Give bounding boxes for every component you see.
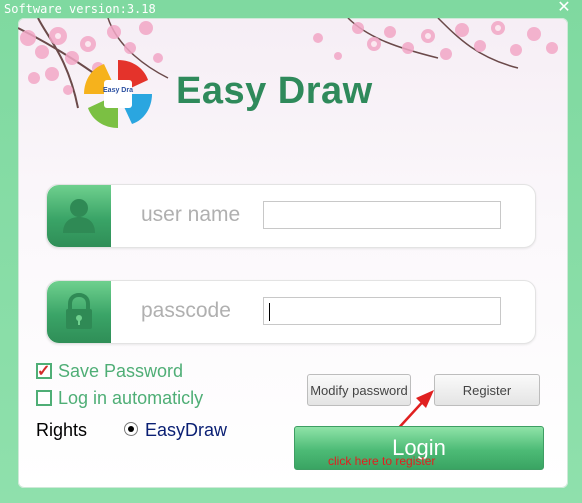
- auto-login-label: Log in automaticly: [58, 387, 204, 408]
- app-title: Easy Draw: [176, 70, 373, 112]
- close-button[interactable]: ✕: [556, 0, 572, 16]
- register-hint: click here to register: [328, 454, 436, 468]
- passcode-row: passcode: [46, 280, 536, 344]
- username-row: user name: [46, 184, 536, 248]
- lock-icon-box: [47, 281, 111, 343]
- lock-icon: [66, 293, 92, 329]
- user-icon: [63, 199, 95, 233]
- save-password-checkbox[interactable]: ✓: [36, 363, 52, 380]
- username-input[interactable]: [263, 201, 501, 229]
- user-icon-box: [47, 185, 111, 247]
- register-button[interactable]: Register: [434, 374, 540, 406]
- radio-selected-dot: [128, 426, 134, 432]
- app-logo-icon: Easy Dra: [84, 60, 152, 128]
- text-cursor: [269, 303, 270, 321]
- rights-option-label[interactable]: EasyDraw: [145, 420, 227, 441]
- window-title: Software version:3.18: [4, 2, 156, 16]
- passcode-input[interactable]: [263, 297, 501, 325]
- rights-radio[interactable]: [124, 422, 138, 436]
- auto-login-checkbox[interactable]: [36, 390, 52, 406]
- login-panel: Easy Dra Easy Draw user name passcode ✓ …: [18, 18, 568, 488]
- logo-text: Easy Dra: [103, 87, 133, 94]
- username-label: user name: [141, 203, 241, 226]
- save-password-label: Save Password: [58, 360, 184, 381]
- save-password-row[interactable]: ✓ Save Password: [36, 360, 183, 382]
- auto-login-row[interactable]: Log in automaticly: [36, 387, 203, 409]
- rights-label: Rights: [36, 420, 88, 440]
- checkmark-icon: ✓: [37, 363, 51, 380]
- passcode-label: passcode: [141, 299, 231, 322]
